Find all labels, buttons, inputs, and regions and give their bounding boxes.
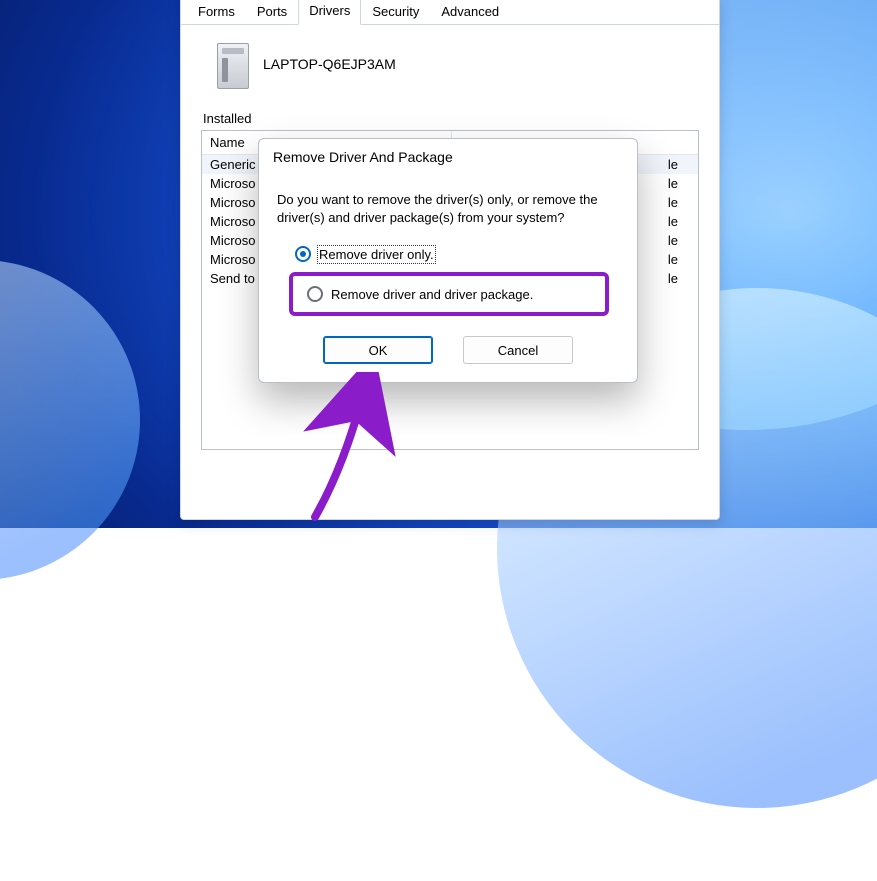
radio-remove-driver-only[interactable]: Remove driver only. (277, 244, 619, 264)
tab-security[interactable]: Security (361, 0, 430, 25)
server-icon (211, 39, 251, 89)
device-header: LAPTOP-Q6EJP3AM (181, 25, 719, 99)
annotation-highlight: Remove driver and driver package. (289, 272, 609, 316)
installed-drivers-label: Installed (203, 111, 699, 126)
ok-button[interactable]: OK (323, 336, 433, 364)
cancel-button[interactable]: Cancel (463, 336, 573, 364)
tab-ports[interactable]: Ports (246, 0, 298, 25)
radio-button-icon (307, 286, 323, 302)
remove-driver-dialog: Remove Driver And Package Do you want to… (258, 138, 638, 383)
tab-drivers[interactable]: Drivers (298, 0, 361, 25)
device-name: LAPTOP-Q6EJP3AM (263, 56, 396, 72)
radio-label: Remove driver only. (319, 247, 434, 262)
radio-label: Remove driver and driver package. (331, 287, 533, 302)
dialog-title: Remove Driver And Package (259, 139, 637, 173)
tab-forms[interactable]: Forms (187, 0, 246, 25)
tab-strip: Forms Ports Drivers Security Advanced (181, 0, 719, 25)
tab-advanced[interactable]: Advanced (430, 0, 510, 25)
radio-remove-driver-and-package[interactable]: Remove driver and driver package. (307, 286, 591, 302)
dialog-message: Do you want to remove the driver(s) only… (277, 191, 619, 226)
radio-button-icon (295, 246, 311, 262)
